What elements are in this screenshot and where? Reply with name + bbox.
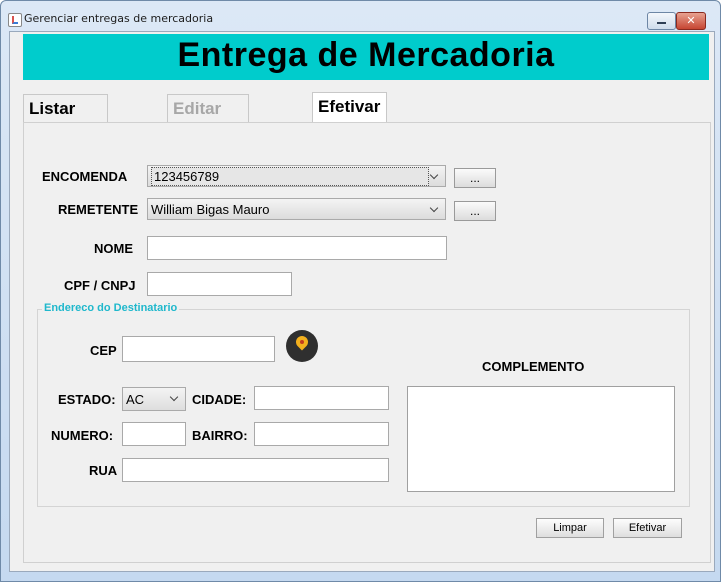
encomenda-value: 123456789 [151,167,429,186]
efetivar-button[interactable]: Efetivar [613,518,682,538]
cep-label: CEP [90,343,117,358]
map-pin-icon[interactable] [286,330,318,362]
app-window: Gerenciar entregas de mercadoria ✕ Entre… [0,0,721,582]
estado-select[interactable]: AC [122,387,186,411]
window-title: Gerenciar entregas de mercadoria [24,12,214,25]
tab-listar-entregas[interactable]: Listar Entregas [23,94,108,146]
limpar-button[interactable]: Limpar [536,518,604,538]
cidade-input[interactable] [254,386,389,410]
cep-input[interactable] [122,336,275,362]
estado-label: ESTADO: [58,392,116,407]
numero-input[interactable] [122,422,186,446]
bairro-input[interactable] [254,422,389,446]
close-button[interactable]: ✕ [676,12,706,30]
cpf-cnpj-label: CPF / CNPJ [64,278,136,293]
remetente-browse-button[interactable]: ... [454,201,496,221]
cidade-label: CIDADE: [192,392,247,407]
tab-efetivar-entrega[interactable]: Efetivar Entrega [312,92,388,144]
complemento-label: COMPLEMENTO [482,359,585,374]
bairro-label: BAIRRO: [192,428,248,443]
page-title: Entrega de Mercadoria [177,36,555,74]
tab-editar-tramites: Editar Tramites [167,94,249,146]
rua-input[interactable] [122,458,389,482]
rua-label: RUA [89,463,118,478]
cpf-cnpj-input[interactable] [147,272,292,296]
chevron-down-icon [429,166,441,186]
chevron-down-icon [169,388,181,410]
title-bar[interactable]: Gerenciar entregas de mercadoria ✕ [1,1,720,33]
content-area: Entrega de Mercadoria Listar Entregas Ed… [9,31,715,572]
remetente-select[interactable]: William Bigas Mauro [147,198,446,220]
java-app-icon [8,13,22,27]
address-group-title: Endereco do Destinatario [42,302,180,314]
nome-input[interactable] [147,236,447,260]
chevron-down-icon [429,199,441,219]
remetente-value: William Bigas Mauro [151,202,270,217]
numero-label: NUMERO: [51,428,114,443]
remetente-label: REMETENTE [58,202,139,217]
header-banner: Entrega de Mercadoria [23,34,709,80]
estado-value: AC [126,392,145,407]
encomenda-select[interactable]: 123456789 [147,165,446,187]
encomenda-browse-button[interactable]: ... [454,168,496,188]
complemento-textarea[interactable] [407,386,675,492]
nome-label: NOME [94,241,133,256]
encomenda-label: ENCOMENDA [42,169,128,184]
minimize-button[interactable] [647,12,676,30]
